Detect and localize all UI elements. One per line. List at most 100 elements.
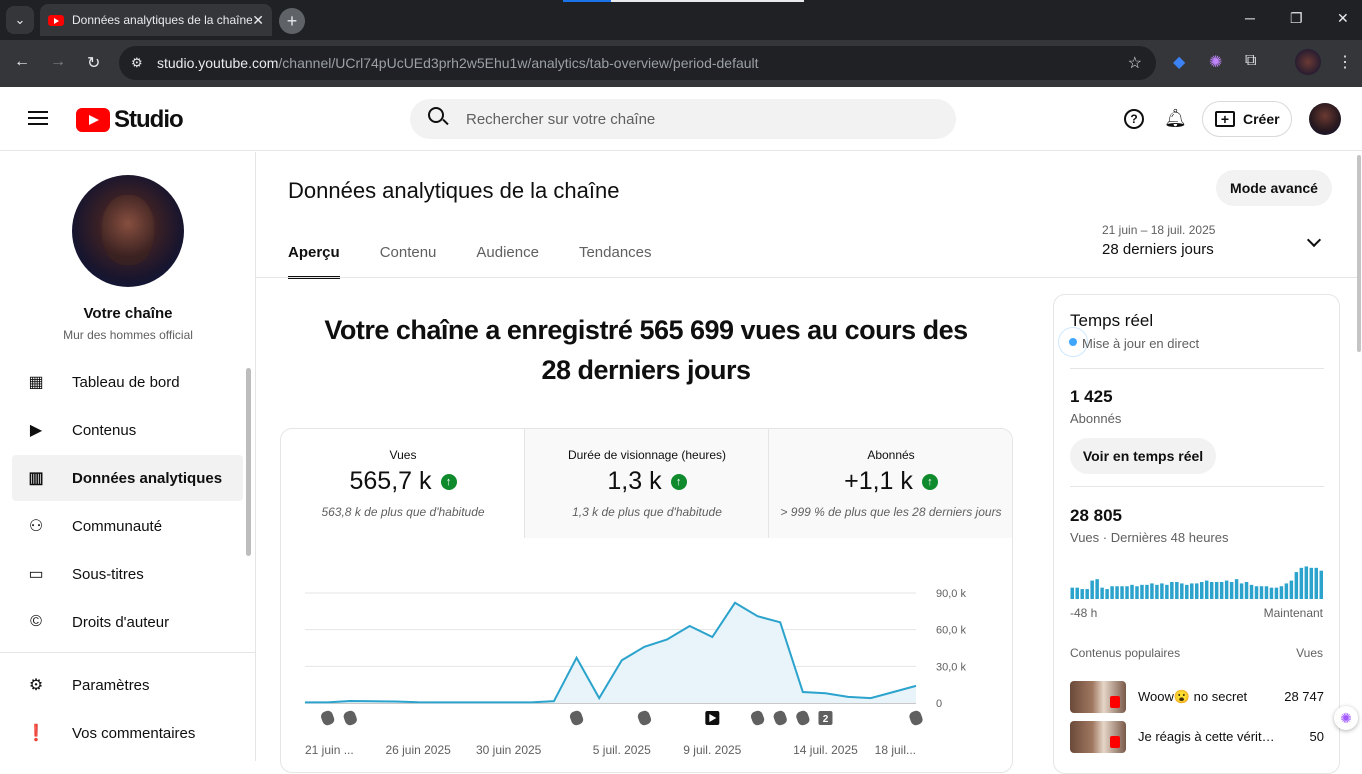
close-tab-icon[interactable]: ✕ bbox=[252, 12, 264, 29]
forward-icon[interactable]: → bbox=[50, 53, 66, 71]
x-tick-label: 18 juil... bbox=[875, 743, 916, 757]
sidebar-item-dashboard[interactable]: ▦ Tableau de bord bbox=[12, 359, 243, 405]
realtime-bar bbox=[1294, 572, 1299, 599]
address-bar[interactable]: ⚙ studio.youtube.com/channel/UCrl74pUcUE… bbox=[119, 46, 1156, 80]
extensions-puzzle-icon[interactable]: ⧉ bbox=[1245, 52, 1256, 70]
stat-label: Durée de visionnage (heures) bbox=[567, 448, 727, 462]
sidebar-item-subtitles[interactable]: ▭ Sous-titres bbox=[12, 551, 243, 597]
realtime-bar bbox=[1209, 582, 1214, 599]
count-marker-label: 2 bbox=[823, 714, 829, 725]
realtime-bar bbox=[1214, 582, 1219, 599]
sidebar-item-label: Données analytiques bbox=[72, 469, 223, 487]
main-scrollbar[interactable] bbox=[1357, 155, 1361, 352]
back-icon[interactable]: ← bbox=[14, 53, 30, 71]
sidebar-item-analytics[interactable]: ▥ Données analytiques bbox=[12, 455, 243, 501]
short-marker-icon bbox=[637, 710, 652, 726]
realtime-bar bbox=[1100, 587, 1104, 599]
close-window-icon[interactable]: ✕ bbox=[1337, 10, 1349, 27]
help-icon[interactable]: ? bbox=[1124, 109, 1144, 129]
minimize-icon[interactable]: ─ bbox=[1245, 10, 1255, 26]
realtime-bar bbox=[1130, 584, 1134, 599]
period-range[interactable]: 21 juin – 18 juil. 2025 bbox=[1102, 223, 1215, 237]
realtime-bar bbox=[1150, 583, 1154, 599]
profile-avatar-icon[interactable] bbox=[1295, 49, 1321, 75]
search-input[interactable]: Rechercher sur votre chaîne bbox=[410, 99, 956, 139]
realtime-bar bbox=[1160, 583, 1164, 599]
extension-diamond-icon[interactable]: ◆ bbox=[1173, 52, 1185, 72]
create-label: Créer bbox=[1243, 111, 1280, 127]
tab-search-icon[interactable]: ⌄ bbox=[6, 6, 34, 34]
x-tick-label: 14 juil. 2025 bbox=[793, 743, 858, 757]
browser-menu-icon[interactable]: ⋮ bbox=[1337, 52, 1353, 72]
video-thumbnail bbox=[1070, 681, 1126, 713]
menu-icon[interactable] bbox=[28, 111, 48, 125]
extension-brain-icon[interactable]: ✺ bbox=[1209, 52, 1222, 72]
period-selector[interactable]: 28 derniers jours bbox=[1102, 241, 1214, 258]
realtime-bar-chart[interactable] bbox=[1070, 565, 1324, 599]
stat-views[interactable]: Vues 565,7 k ↑ 563,8 k de plus que d'hab… bbox=[281, 429, 525, 538]
new-tab-icon[interactable]: + bbox=[279, 8, 305, 34]
tab-overview[interactable]: Aperçu bbox=[288, 244, 340, 279]
short-marker-icon bbox=[321, 710, 335, 726]
stat-value-row: 565,7 k ↑ bbox=[281, 467, 525, 496]
see-realtime-button[interactable]: Voir en temps réel bbox=[1070, 438, 1216, 474]
sidebar-item-settings[interactable]: ⚙ Paramètres bbox=[12, 662, 243, 708]
studio-logo[interactable]: Studio bbox=[76, 106, 184, 134]
sidebar-item-feedback[interactable]: ❗ Vos commentaires bbox=[12, 710, 243, 756]
analytics-tabs: Aperçu Contenu Audience Tendances bbox=[288, 244, 692, 279]
sidebar-scrollbar[interactable] bbox=[246, 368, 251, 556]
stat-value-row: +1,1 k ↑ bbox=[769, 467, 1012, 496]
create-video-icon: + bbox=[1215, 111, 1235, 127]
x-tick-label: 21 juin ... bbox=[305, 743, 354, 757]
realtime-bar bbox=[1304, 566, 1309, 599]
tab-trends[interactable]: Tendances bbox=[579, 244, 652, 279]
stat-value: 565,7 k bbox=[349, 467, 432, 495]
notifications-bell-icon[interactable]: 🔔︎ bbox=[1164, 108, 1187, 129]
bookmark-star-icon[interactable]: ☆ bbox=[1128, 53, 1142, 73]
reload-icon[interactable]: ↻ bbox=[87, 53, 100, 73]
channel-title: Votre chaîne bbox=[83, 305, 173, 322]
realtime-bar bbox=[1219, 582, 1224, 599]
account-avatar[interactable] bbox=[1309, 103, 1341, 135]
realtime-bar bbox=[1185, 584, 1189, 599]
realtime-bar bbox=[1105, 589, 1109, 599]
tab-content[interactable]: Contenu bbox=[380, 244, 437, 279]
browser-tab[interactable]: Données analytiques de la chaîne ✕ bbox=[40, 4, 272, 36]
realtime-bar bbox=[1155, 584, 1159, 599]
tab-audience[interactable]: Audience bbox=[476, 244, 539, 279]
browser-tab-bar: ⌄ Données analytiques de la chaîne ✕ + ─… bbox=[0, 0, 1362, 40]
list-item[interactable]: Je réagis à cette vérité difficile 50 bbox=[1070, 721, 1324, 753]
video-views: 50 bbox=[1309, 729, 1324, 744]
advanced-mode-button[interactable]: Mode avancé bbox=[1216, 170, 1332, 206]
y-tick-label: 90,0 k bbox=[936, 588, 966, 600]
subscribers-label: Abonnés bbox=[1070, 411, 1122, 426]
realtime-bar bbox=[1254, 586, 1259, 599]
sidebar-item-community[interactable]: ⚇ Communauté bbox=[12, 503, 243, 549]
sidebar-item-content[interactable]: ▶ Contenus bbox=[12, 407, 243, 453]
list-item[interactable]: Woow😮 no secret 28 747 bbox=[1070, 681, 1324, 713]
restore-icon[interactable]: ❐ bbox=[1290, 10, 1303, 27]
channel-avatar[interactable] bbox=[72, 175, 184, 287]
sidebar-item-label: Tableau de bord bbox=[72, 373, 180, 391]
chevron-down-icon[interactable] bbox=[1306, 232, 1322, 248]
assistant-brain-icon[interactable]: ✺ bbox=[1334, 706, 1358, 730]
create-button[interactable]: + Créer bbox=[1202, 101, 1292, 137]
video-thumbnail bbox=[1070, 721, 1126, 753]
y-tick-label: 60,0 k bbox=[936, 625, 966, 637]
loading-indicator bbox=[563, 0, 611, 2]
realtime-bar bbox=[1140, 584, 1144, 599]
realtime-bar bbox=[1274, 587, 1279, 599]
search-icon bbox=[428, 107, 444, 123]
dashboard-icon: ▦ bbox=[28, 374, 44, 391]
live-dot-icon bbox=[1069, 338, 1077, 346]
sidebar-item-copyright[interactable]: © Droits d'auteur bbox=[12, 599, 243, 645]
realtime-bar bbox=[1135, 586, 1139, 599]
feedback-icon: ❗ bbox=[26, 725, 46, 742]
community-icon: ⚇ bbox=[28, 518, 44, 535]
stat-subscribers[interactable]: Abonnés +1,1 k ↑ > 999 % de plus que les… bbox=[769, 429, 1012, 538]
y-tick-label: 0 bbox=[936, 698, 942, 710]
live-status: Mise à jour en direct bbox=[1082, 336, 1200, 351]
stat-watch-time[interactable]: Durée de visionnage (heures) 1,3 k ↑ 1,3… bbox=[525, 429, 769, 538]
divider bbox=[1070, 486, 1324, 487]
site-info-icon[interactable]: ⚙ bbox=[131, 55, 143, 71]
